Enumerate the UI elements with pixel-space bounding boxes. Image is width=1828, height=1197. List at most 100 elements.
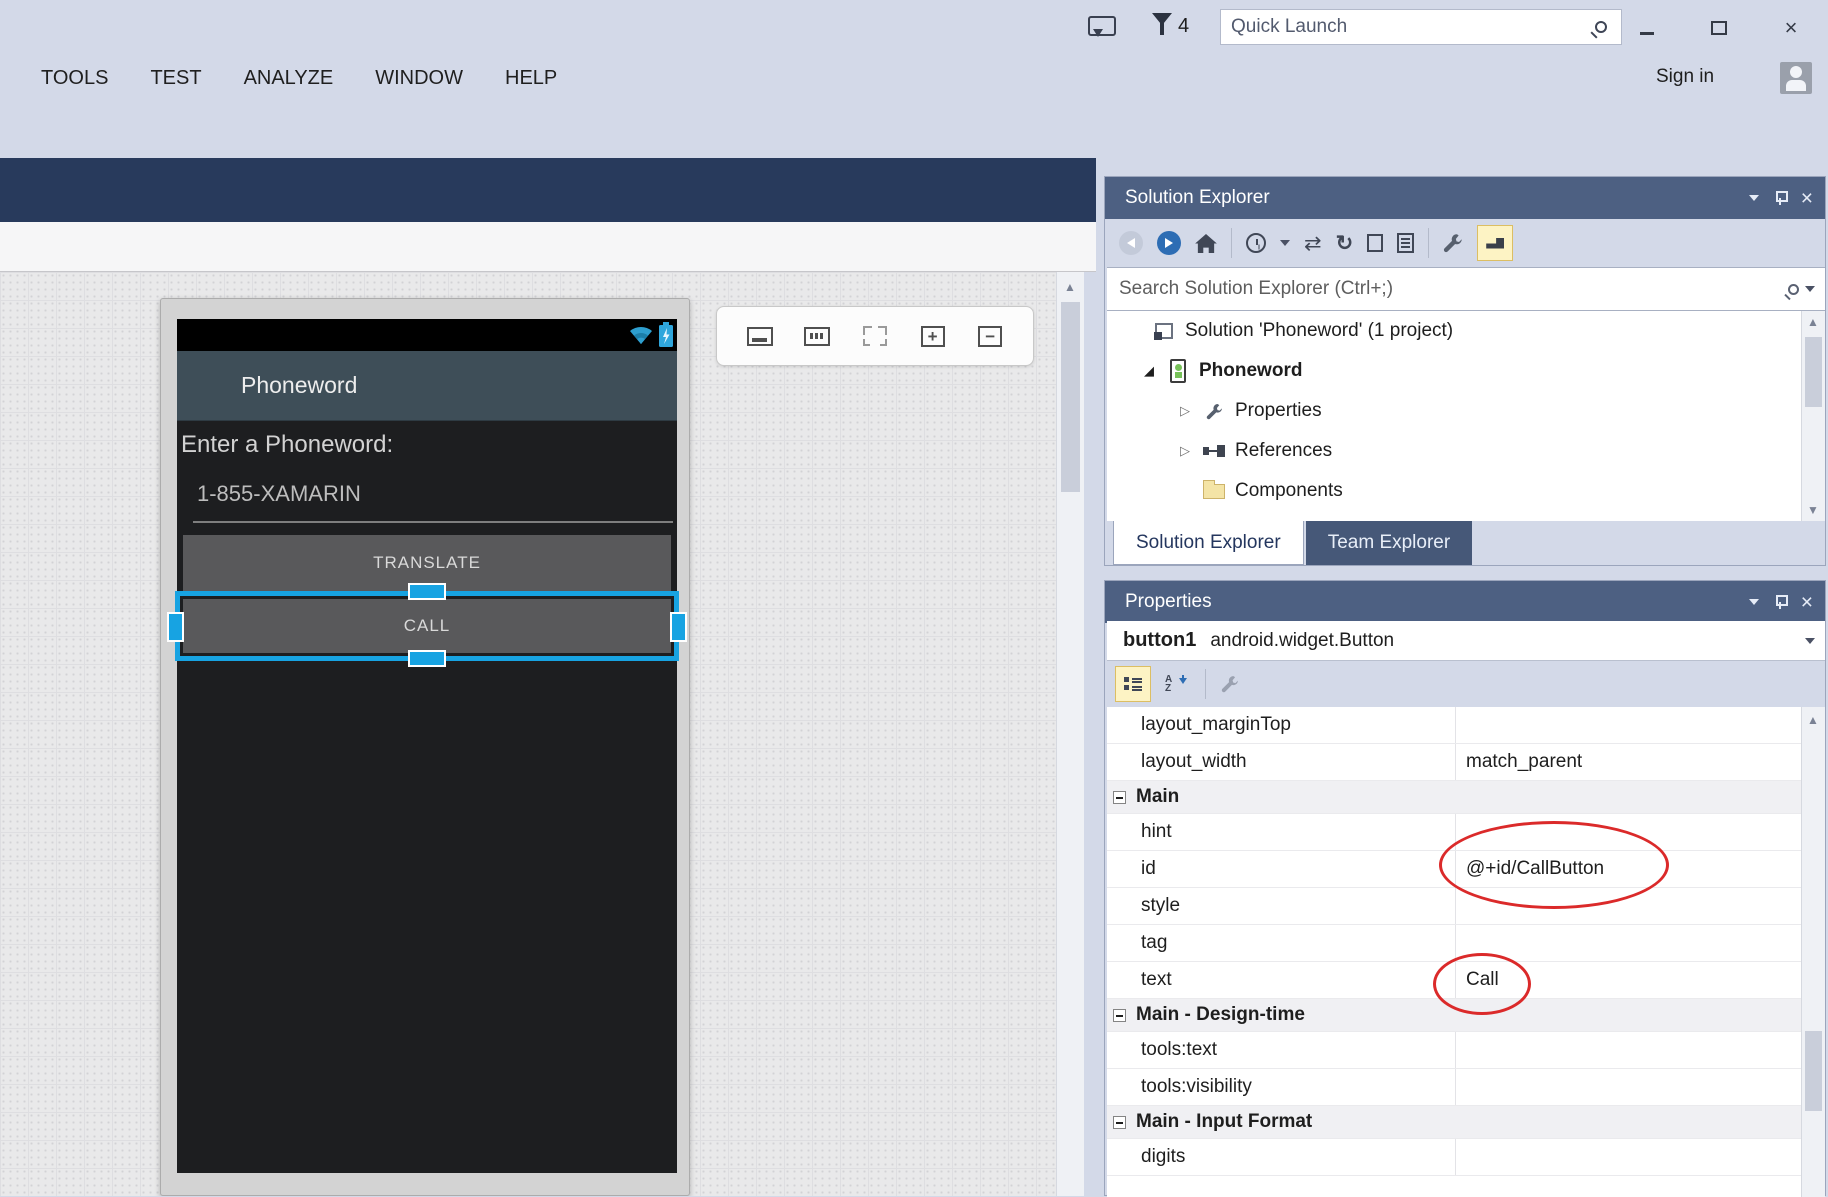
- forward-button[interactable]: [1157, 231, 1181, 255]
- minimize-button[interactable]: [1630, 14, 1664, 42]
- phone-screen[interactable]: Phoneword Enter a Phoneword: 1-855-XAMAR…: [177, 319, 677, 1173]
- property-category-main-design-time[interactable]: Main - Design-time: [1107, 999, 1801, 1032]
- close-icon[interactable]: ×: [1801, 592, 1813, 613]
- wrench-icon[interactable]: [1443, 233, 1463, 253]
- categorized-button-selected[interactable]: [1115, 666, 1151, 702]
- close-icon[interactable]: ×: [1801, 188, 1813, 209]
- object-selector-caret-icon[interactable]: [1805, 638, 1815, 644]
- property-value[interactable]: [1455, 925, 1801, 961]
- property-value[interactable]: [1455, 1139, 1801, 1175]
- notification-count[interactable]: 4: [1178, 15, 1189, 38]
- property-row-digits[interactable]: digits: [1107, 1139, 1801, 1176]
- properties-window-button-selected[interactable]: [1477, 225, 1513, 261]
- scrollbar-thumb[interactable]: [1805, 1031, 1822, 1111]
- solution-explorer-header[interactable]: Solution Explorer ×: [1105, 177, 1825, 219]
- grid-scrollbar[interactable]: ▲: [1801, 707, 1825, 1197]
- quick-launch-input[interactable]: [1221, 16, 1595, 38]
- scroll-up-icon[interactable]: ▲: [1807, 713, 1819, 727]
- actual-size-button[interactable]: [797, 316, 837, 356]
- property-pages-button[interactable]: [1212, 666, 1248, 702]
- phoneword-label[interactable]: Enter a Phoneword:: [181, 431, 393, 459]
- menu-item-analyze[interactable]: ANALYZE: [244, 67, 334, 90]
- collapse-category-icon[interactable]: [1113, 1009, 1126, 1022]
- property-value[interactable]: [1455, 1069, 1801, 1105]
- screen-fit-button[interactable]: [740, 316, 780, 356]
- scrollbar-thumb[interactable]: [1805, 337, 1822, 407]
- collapse-category-icon[interactable]: [1113, 1116, 1126, 1129]
- pin-icon[interactable]: [1775, 595, 1785, 609]
- notifications-icon[interactable]: [1152, 13, 1172, 35]
- property-category-main-input-format[interactable]: Main - Input Format: [1107, 1106, 1801, 1139]
- property-row-tag[interactable]: tag: [1107, 925, 1801, 962]
- refresh-icon[interactable]: ↻: [1336, 233, 1354, 254]
- tab-team-explorer[interactable]: Team Explorer: [1306, 521, 1473, 565]
- window-menu-caret-icon[interactable]: [1749, 195, 1759, 201]
- filter-caret-icon[interactable]: [1280, 240, 1290, 246]
- property-value[interactable]: [1455, 1032, 1801, 1068]
- menu-item-help[interactable]: HELP: [505, 67, 557, 90]
- selection-handle-bottom[interactable]: [408, 650, 446, 667]
- window-menu-caret-icon[interactable]: [1749, 599, 1759, 605]
- selected-object-row[interactable]: button1 android.widget.Button: [1107, 621, 1825, 661]
- property-value[interactable]: Call: [1455, 962, 1801, 998]
- search-icon[interactable]: [1788, 284, 1799, 295]
- sync-with-active-document-icon[interactable]: ⇄: [1304, 233, 1322, 254]
- alphabetical-button[interactable]: AZ: [1157, 666, 1193, 702]
- properties-header[interactable]: Properties ×: [1105, 581, 1825, 623]
- tab-solution-explorer[interactable]: Solution Explorer: [1113, 521, 1304, 565]
- property-row-hint[interactable]: hint: [1107, 814, 1801, 851]
- property-row-layout-margintop[interactable]: layout_marginTop: [1107, 707, 1801, 744]
- zoom-in-button[interactable]: +: [913, 316, 953, 356]
- menu-item-test[interactable]: TEST: [150, 67, 201, 90]
- show-all-files-icon[interactable]: [1397, 233, 1414, 253]
- collapse-all-icon[interactable]: [1367, 234, 1383, 252]
- close-button[interactable]: ×: [1774, 14, 1808, 42]
- account-avatar[interactable]: [1780, 62, 1812, 94]
- zoom-out-button[interactable]: −: [970, 316, 1010, 356]
- back-button[interactable]: [1119, 231, 1143, 255]
- tree-item-phoneword[interactable]: ◢Phoneword: [1107, 351, 1825, 391]
- designer-canvas[interactable]: + − Phoneword Enter a Phoneword: 1: [0, 272, 1056, 1196]
- property-value[interactable]: @+id/CallButton: [1455, 851, 1801, 887]
- property-row-style[interactable]: style: [1107, 888, 1801, 925]
- fit-to-window-button[interactable]: [855, 316, 895, 356]
- sign-in-button[interactable]: Sign in: [1656, 66, 1714, 88]
- maximize-button[interactable]: [1702, 14, 1736, 42]
- property-category-main[interactable]: Main: [1107, 781, 1801, 814]
- property-row-text[interactable]: textCall: [1107, 962, 1801, 999]
- expander-collapsed-icon[interactable]: ▷: [1173, 443, 1197, 459]
- pin-icon[interactable]: [1775, 191, 1785, 205]
- tree-item-components[interactable]: Components: [1107, 471, 1825, 511]
- tree-item-solution-phoneword-1-project[interactable]: Solution 'Phoneword' (1 project): [1107, 311, 1825, 351]
- scroll-up-icon[interactable]: ▲: [1807, 315, 1819, 329]
- selection-handle-left[interactable]: [167, 612, 184, 642]
- pending-changes-filter-icon[interactable]: [1246, 233, 1266, 253]
- phoneword-edittext[interactable]: 1-855-XAMARIN: [197, 481, 361, 507]
- scrollbar-thumb[interactable]: [1061, 302, 1080, 492]
- search-options-caret-icon[interactable]: [1805, 286, 1815, 292]
- property-row-layout-width[interactable]: layout_widthmatch_parent: [1107, 744, 1801, 781]
- scroll-down-icon[interactable]: ▼: [1807, 503, 1819, 517]
- selection-handle-top[interactable]: [408, 583, 446, 600]
- home-icon[interactable]: [1195, 234, 1217, 253]
- selection-handle-right[interactable]: [670, 612, 687, 642]
- solution-search-input[interactable]: [1107, 278, 1788, 300]
- property-row-tools-visibility[interactable]: tools:visibility: [1107, 1069, 1801, 1106]
- canvas-vertical-scrollbar[interactable]: ▲: [1056, 272, 1084, 1196]
- property-value[interactable]: [1455, 888, 1801, 924]
- tree-item-references[interactable]: ▷References: [1107, 431, 1825, 471]
- collapse-category-icon[interactable]: [1113, 791, 1126, 804]
- expander-expanded-icon[interactable]: ◢: [1137, 363, 1161, 379]
- property-value[interactable]: match_parent: [1455, 744, 1801, 780]
- feedback-icon[interactable]: [1088, 16, 1116, 36]
- tree-item-properties[interactable]: ▷Properties: [1107, 391, 1825, 431]
- property-row-tools-text[interactable]: tools:text: [1107, 1032, 1801, 1069]
- property-value[interactable]: [1455, 707, 1801, 743]
- property-row-id[interactable]: id@+id/CallButton: [1107, 851, 1801, 888]
- menu-item-window[interactable]: WINDOW: [375, 67, 463, 90]
- expander-collapsed-icon[interactable]: ▷: [1173, 403, 1197, 419]
- scroll-up-icon[interactable]: ▲: [1064, 280, 1076, 294]
- tree-scrollbar[interactable]: ▲ ▼: [1801, 311, 1825, 521]
- menu-item-tools[interactable]: TOOLS: [41, 67, 108, 90]
- property-value[interactable]: [1455, 814, 1801, 850]
